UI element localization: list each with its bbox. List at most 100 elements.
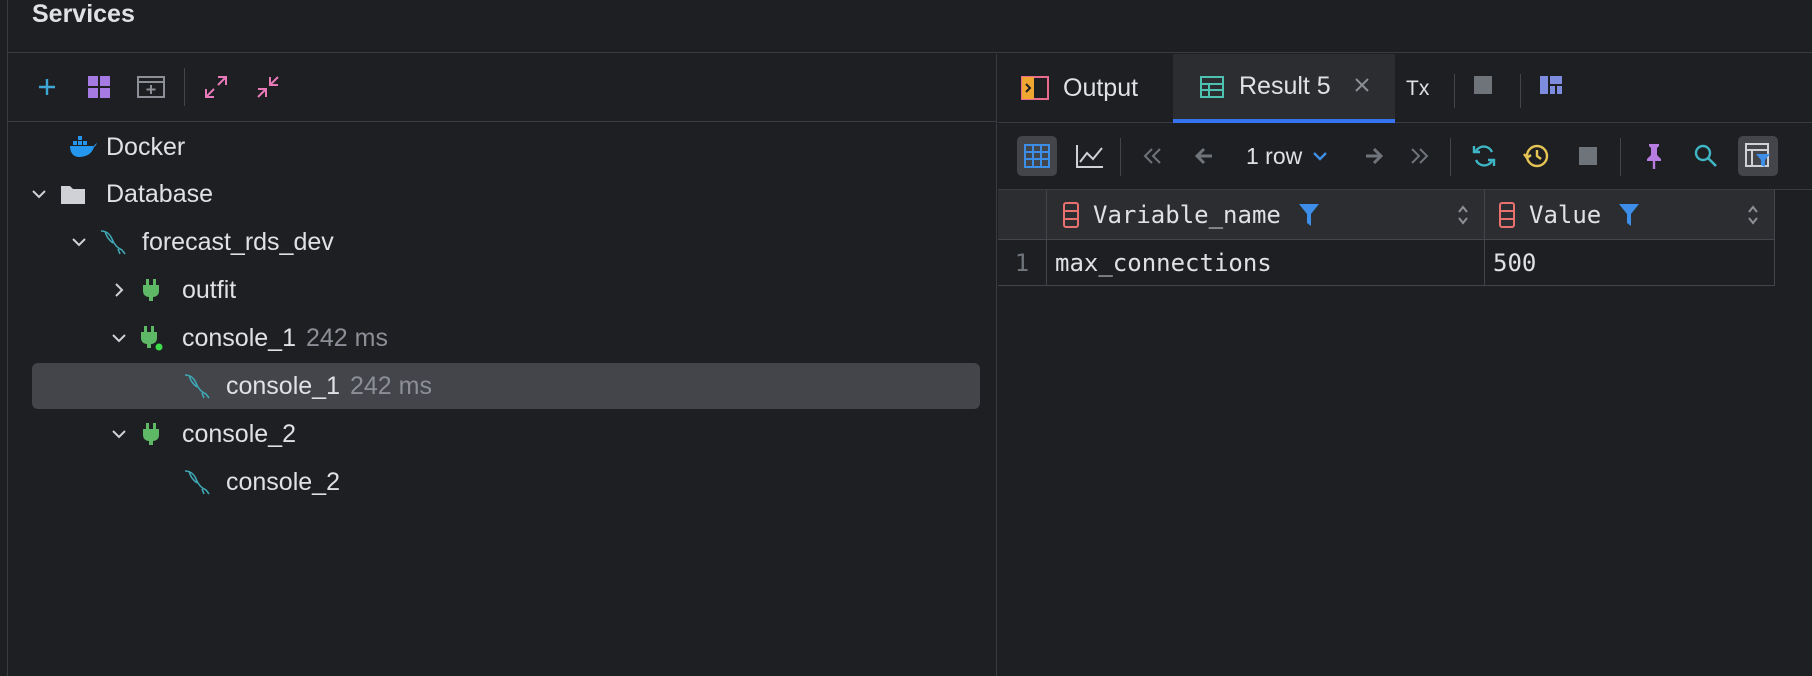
column-header-label: Value bbox=[1529, 201, 1602, 229]
filter-table-icon bbox=[1745, 143, 1770, 167]
chevron-down-icon[interactable] bbox=[108, 423, 130, 445]
row-count-label: 1 row bbox=[1246, 142, 1303, 169]
next-page-button[interactable] bbox=[1354, 136, 1394, 176]
first-page-button[interactable] bbox=[1132, 136, 1172, 176]
tree-item-datasource[interactable]: forecast_rds_dev bbox=[32, 219, 980, 265]
toolbar-separator bbox=[1620, 138, 1621, 176]
row-count-selector[interactable]: 1 row bbox=[1246, 136, 1330, 176]
chevron-down-icon[interactable] bbox=[68, 231, 90, 253]
stop-button[interactable] bbox=[1472, 54, 1512, 123]
tree-item-label: Docker bbox=[106, 132, 186, 161]
mysql-icon bbox=[98, 227, 128, 257]
filter-panel-button[interactable] bbox=[1738, 136, 1778, 176]
pin-button[interactable] bbox=[1634, 136, 1674, 176]
history-button[interactable] bbox=[1516, 136, 1556, 176]
tree-item-label-group: console_1 242 ms bbox=[226, 372, 432, 401]
table-icon bbox=[1199, 74, 1225, 107]
tree-item-label: Database bbox=[106, 179, 214, 208]
pin-icon bbox=[1647, 144, 1661, 169]
cell-variable-name[interactable]: max_connections bbox=[1047, 240, 1485, 286]
folder-icon bbox=[58, 179, 88, 209]
column-icon bbox=[1499, 202, 1515, 228]
cancel-query-button[interactable] bbox=[1568, 136, 1608, 176]
execution-time: 242 ms bbox=[349, 371, 432, 400]
table-view-button[interactable] bbox=[1017, 136, 1057, 176]
tab-result-5[interactable]: Result 5 bbox=[1173, 54, 1395, 123]
toolbar-separator bbox=[1120, 138, 1121, 176]
column-icon bbox=[1063, 202, 1079, 228]
stop-icon bbox=[1579, 147, 1597, 165]
plug-icon bbox=[136, 419, 166, 449]
group-icon[interactable] bbox=[82, 70, 116, 104]
tree-item-label: console_2 bbox=[226, 467, 340, 496]
services-tree-panel: Docker Database forecast_rds_dev outfit … bbox=[8, 54, 997, 676]
docker-icon bbox=[68, 132, 98, 162]
chart-icon bbox=[1076, 145, 1103, 168]
chart-view-button[interactable] bbox=[1070, 136, 1110, 176]
cell-value[interactable]: 500 bbox=[1485, 240, 1775, 286]
output-icon bbox=[1020, 74, 1050, 109]
expand-all-icon[interactable] bbox=[199, 70, 233, 104]
sort-icon[interactable] bbox=[1746, 204, 1760, 226]
column-header-variable-name[interactable]: Variable_name bbox=[1047, 190, 1485, 240]
tab-label: Output bbox=[1063, 74, 1139, 102]
result-panel: Output Result 5 Tx 1 row Variable_name V… bbox=[998, 54, 1812, 676]
tree-item-database[interactable]: Database bbox=[32, 171, 980, 217]
tree-item-docker[interactable]: Docker bbox=[32, 124, 980, 170]
chevron-down-icon bbox=[1313, 152, 1328, 161]
column-header-value[interactable]: Value bbox=[1485, 190, 1775, 240]
panel-title: Services bbox=[32, 0, 135, 28]
tree-item-label: console_2 bbox=[182, 419, 296, 448]
chevron-right-icon[interactable] bbox=[108, 279, 130, 301]
row-number-header bbox=[998, 190, 1047, 240]
tree-item-console-2-session[interactable]: console_2 bbox=[32, 411, 980, 457]
tab-output[interactable]: Output bbox=[998, 54, 1172, 123]
previous-page-button[interactable] bbox=[1184, 136, 1224, 176]
filter-icon[interactable] bbox=[1617, 202, 1641, 228]
plug-icon bbox=[136, 275, 166, 305]
plug-connected-icon bbox=[136, 323, 166, 353]
tree-item-console-1-session[interactable]: console_1 242 ms bbox=[32, 315, 980, 361]
services-toolbar bbox=[8, 54, 997, 122]
sort-icon[interactable] bbox=[1456, 204, 1470, 226]
layout-button[interactable] bbox=[1538, 54, 1578, 123]
grid-icon bbox=[1024, 144, 1050, 168]
result-tabs: Output Result 5 Tx bbox=[998, 54, 1812, 123]
new-tab-icon[interactable] bbox=[134, 70, 168, 104]
double-chevron-left-icon bbox=[1143, 148, 1161, 164]
tree-item-label: forecast_rds_dev bbox=[142, 227, 334, 256]
tree-item-label: console_1 bbox=[226, 371, 340, 400]
search-button[interactable] bbox=[1686, 136, 1726, 176]
mysql-icon bbox=[182, 371, 212, 401]
refresh-button[interactable] bbox=[1464, 136, 1504, 176]
chevron-down-icon[interactable] bbox=[108, 327, 130, 349]
table-row[interactable]: 1 max_connections 500 bbox=[998, 240, 1775, 286]
arrow-right-icon bbox=[1366, 147, 1384, 165]
column-header-label: Variable_name bbox=[1093, 201, 1281, 229]
filter-icon[interactable] bbox=[1297, 202, 1321, 228]
tree-item-outfit[interactable]: outfit bbox=[32, 267, 980, 313]
tx-label: Tx bbox=[1406, 76, 1430, 100]
add-icon[interactable] bbox=[30, 70, 64, 104]
tree-item-label-group: console_1 242 ms bbox=[182, 324, 388, 353]
history-icon bbox=[1523, 144, 1549, 168]
tab-separator bbox=[1454, 74, 1455, 108]
row-number: 1 bbox=[998, 240, 1047, 286]
last-page-button[interactable] bbox=[1400, 136, 1440, 176]
tree-item-label: console_1 bbox=[182, 323, 296, 352]
tab-tx[interactable]: Tx bbox=[1406, 54, 1446, 123]
tree-item-console-2[interactable]: console_2 bbox=[32, 459, 980, 505]
arrow-left-icon bbox=[1194, 147, 1212, 165]
tab-separator bbox=[1520, 74, 1521, 108]
close-icon[interactable] bbox=[1351, 74, 1373, 103]
toolbar-separator bbox=[184, 68, 185, 106]
collapse-all-icon[interactable] bbox=[251, 70, 285, 104]
layout-icon bbox=[1538, 74, 1564, 103]
double-chevron-right-icon bbox=[1411, 148, 1429, 164]
grid-header: Variable_name Value bbox=[998, 190, 1775, 240]
stop-icon bbox=[1472, 74, 1494, 103]
tab-label: Result 5 bbox=[1239, 72, 1331, 100]
chevron-down-icon[interactable] bbox=[28, 183, 50, 205]
tree-item-console-1[interactable]: console_1 242 ms bbox=[32, 363, 980, 409]
toolbar-separator bbox=[1450, 138, 1451, 176]
